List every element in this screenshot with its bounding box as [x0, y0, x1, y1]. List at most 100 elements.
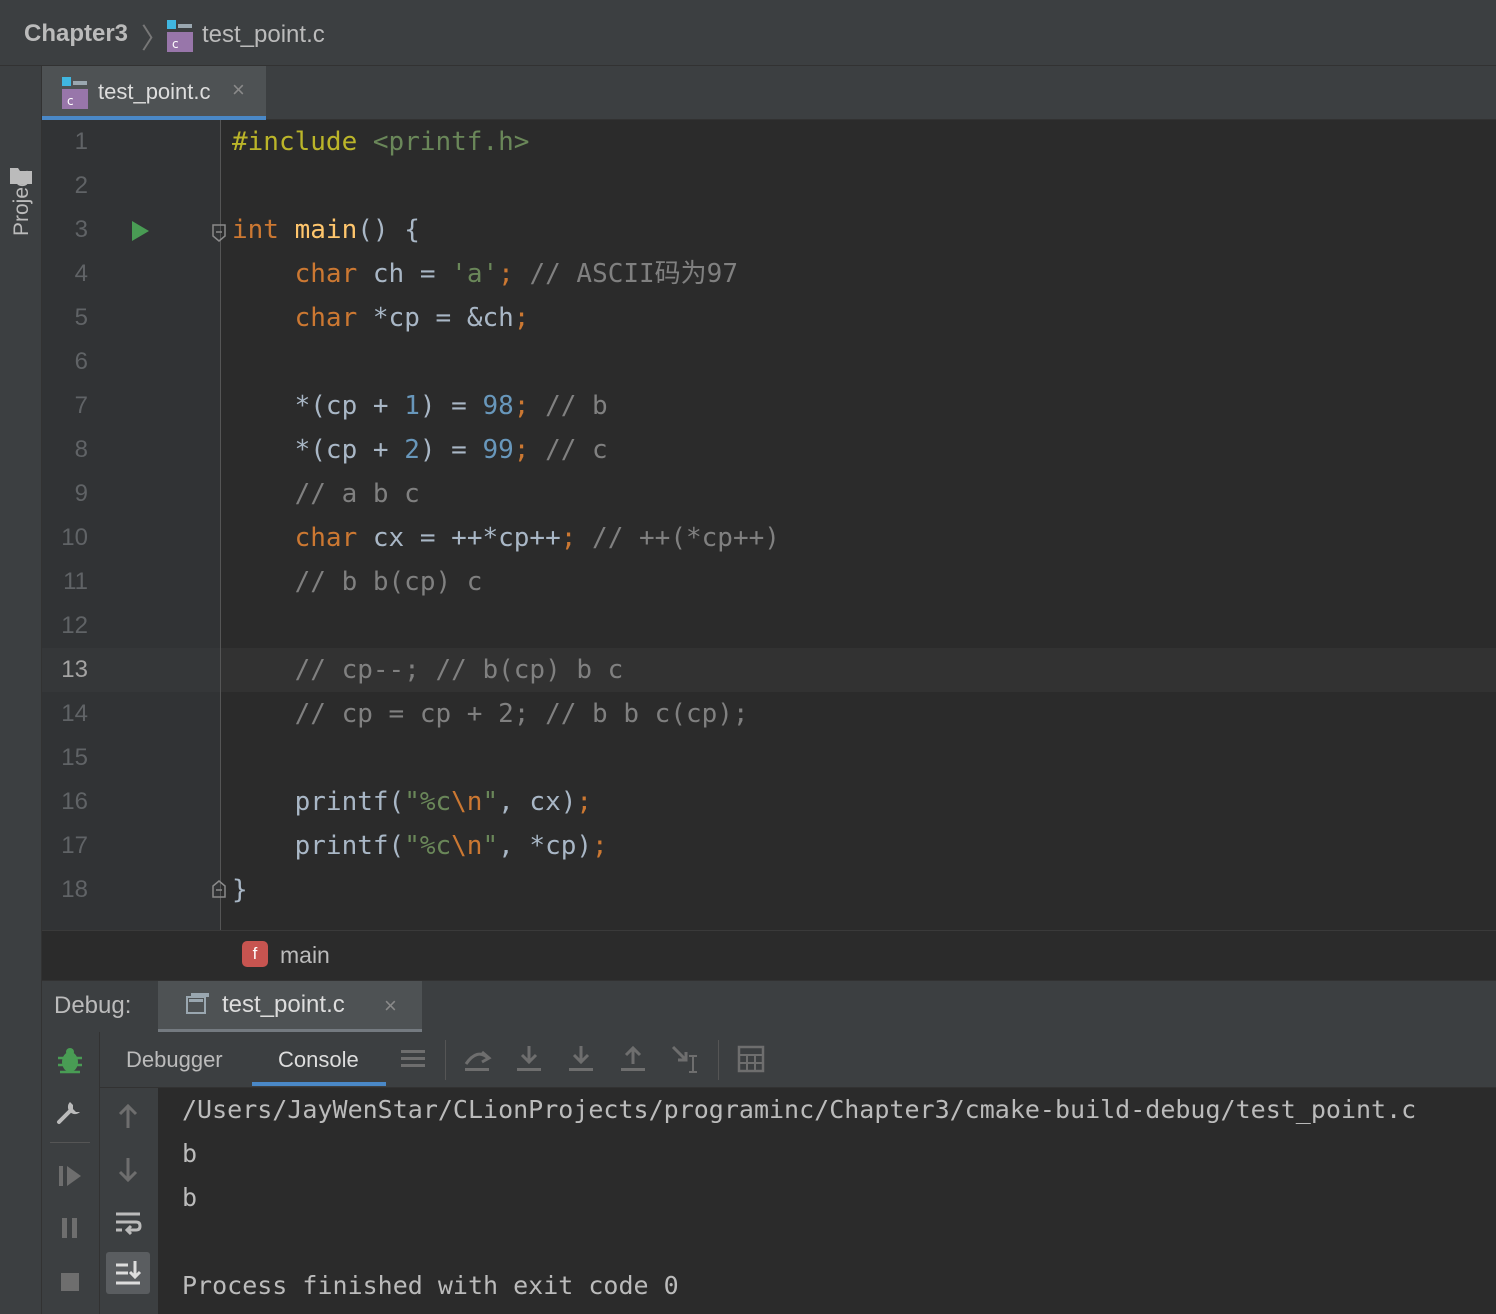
code-token: ; — [513, 435, 530, 465]
line-number[interactable]: 17 — [42, 824, 88, 868]
breadcrumb-function[interactable]: main — [280, 942, 330, 969]
up-arrow-icon[interactable] — [112, 1100, 144, 1132]
code-line[interactable]: } — [232, 868, 248, 912]
close-icon[interactable]: × — [232, 77, 245, 103]
code-token: , *cp) — [498, 831, 593, 861]
code-token: char — [294, 259, 358, 289]
code-line[interactable]: printf("%c\n", *cp); — [232, 824, 608, 868]
fold-end-icon[interactable] — [212, 880, 226, 898]
debug-subtabs: Debugger Console — [100, 1032, 1496, 1088]
pause-icon[interactable] — [56, 1214, 84, 1242]
code-line[interactable]: char *cp = &ch; — [232, 296, 530, 340]
line-number[interactable]: 14 — [42, 692, 88, 736]
code-token: cx = ++*cp++ — [357, 523, 561, 553]
folder-icon[interactable] — [10, 166, 32, 184]
line-number[interactable]: 12 — [42, 604, 88, 648]
down-arrow-icon[interactable] — [112, 1154, 144, 1186]
code-line[interactable]: // b b(cp) c — [232, 560, 483, 604]
toolbar-separator — [718, 1040, 719, 1080]
close-icon[interactable]: × — [384, 993, 397, 1019]
console-output[interactable]: /Users/JayWenStar/CLionProjects/programi… — [158, 1088, 1496, 1314]
code-token: ; — [560, 523, 577, 553]
run-to-cursor-icon[interactable] — [670, 1044, 700, 1074]
stop-icon[interactable] — [56, 1268, 84, 1296]
tab-test-point-c[interactable]: c test_point.c × — [42, 66, 266, 120]
code-line[interactable]: // cp--; // b(cp) b c — [232, 648, 624, 692]
tab-label: test_point.c — [98, 79, 211, 104]
code-token: } — [232, 875, 248, 905]
breadcrumb-project[interactable]: Chapter3 — [24, 20, 128, 48]
code-token: printf( — [232, 831, 405, 861]
step-over-icon[interactable] — [514, 1044, 544, 1074]
code-line[interactable]: *(cp + 1) = 98; // b — [232, 384, 608, 428]
tab-debugger[interactable]: Debugger — [126, 1047, 223, 1073]
run-icon[interactable] — [132, 221, 149, 241]
code-token: 2 — [404, 435, 420, 465]
breadcrumb-file[interactable]: test_point.c — [202, 21, 325, 49]
line-number[interactable]: 13 — [42, 648, 88, 692]
line-number[interactable]: 18 — [42, 868, 88, 912]
fold-icon[interactable] — [212, 224, 226, 242]
debug-left-toolbar — [42, 1032, 100, 1314]
code-token: char — [294, 303, 358, 333]
line-number[interactable]: 2 — [42, 164, 88, 208]
line-number[interactable]: 9 — [42, 472, 88, 516]
scroll-to-end-icon — [116, 1261, 142, 1285]
code-token: ; — [513, 391, 530, 421]
structure-breadcrumb: f main — [42, 930, 1496, 980]
debug-session-tab[interactable]: test_point.c × — [158, 981, 422, 1033]
code-line[interactable]: #include <printf.h> — [232, 120, 529, 164]
line-number[interactable]: 5 — [42, 296, 88, 340]
code-token: // c — [529, 435, 608, 465]
soft-wrap-icon[interactable] — [112, 1206, 144, 1238]
code-token: ; — [513, 303, 530, 333]
code-token: main — [294, 215, 358, 245]
evaluate-expression-icon[interactable] — [736, 1044, 766, 1074]
wrench-icon[interactable] — [56, 1098, 84, 1126]
debug-bug-icon[interactable] — [56, 1046, 84, 1074]
line-number[interactable]: 10 — [42, 516, 88, 560]
line-number[interactable]: 16 — [42, 780, 88, 824]
code-token: // ++(*cp++) — [576, 523, 780, 553]
code-line[interactable]: char cx = ++*cp++; // ++(*cp++) — [232, 516, 780, 560]
code-token: ; — [498, 259, 514, 289]
resume-icon[interactable] — [56, 1162, 84, 1190]
line-number[interactable]: 15 — [42, 736, 88, 780]
debug-title: Debug: — [54, 992, 132, 1019]
code-token: // ASCII码为97 — [513, 259, 738, 289]
code-line[interactable]: printf("%c\n", cx); — [232, 780, 592, 824]
code-line[interactable]: char ch = 'a'; // ASCII码为97 — [232, 252, 738, 296]
code-token: , cx) — [498, 787, 577, 817]
tab-console[interactable]: Console — [278, 1047, 359, 1073]
code-line[interactable]: *(cp + 2) = 99; // c — [232, 428, 608, 472]
scroll-to-end-button[interactable] — [106, 1252, 150, 1294]
console-side-toolbar — [100, 1088, 158, 1314]
code-token: *(cp + — [232, 435, 405, 465]
show-execution-point-icon[interactable] — [462, 1044, 492, 1074]
code-token: \n — [451, 831, 483, 861]
step-into-icon[interactable] — [566, 1044, 596, 1074]
console-line: b — [182, 1183, 198, 1212]
line-number[interactable]: 4 — [42, 252, 88, 296]
code-line[interactable]: int main() { — [232, 208, 420, 252]
code-line[interactable]: // a b c — [232, 472, 420, 516]
layout-menu-icon[interactable] — [398, 1044, 428, 1074]
toolbar-separator — [445, 1040, 446, 1080]
line-number[interactable]: 7 — [42, 384, 88, 428]
line-number[interactable]: 11 — [42, 560, 88, 604]
step-out-icon[interactable] — [618, 1044, 648, 1074]
code-token: printf( — [232, 787, 405, 817]
code-token: *(cp + — [232, 391, 405, 421]
code-token: () { — [357, 215, 420, 245]
editor-tab-bar: c test_point.c × — [42, 66, 1496, 120]
line-number[interactable]: 6 — [42, 340, 88, 384]
line-number[interactable]: 1 — [42, 120, 88, 164]
code-editor[interactable]: 1 2 3 4 5 6 7 8 9 10 11 12 13 14 15 16 17 18 #include <pr… — [42, 120, 1496, 930]
console-window-icon — [186, 993, 209, 1014]
line-number[interactable]: 8 — [42, 428, 88, 472]
line-number[interactable]: 3 — [42, 208, 88, 252]
code-token: "%c — [404, 787, 452, 817]
code-token: *cp = &ch — [357, 303, 514, 333]
code-line[interactable]: // cp = cp + 2; // b b c(cp); — [232, 692, 749, 736]
